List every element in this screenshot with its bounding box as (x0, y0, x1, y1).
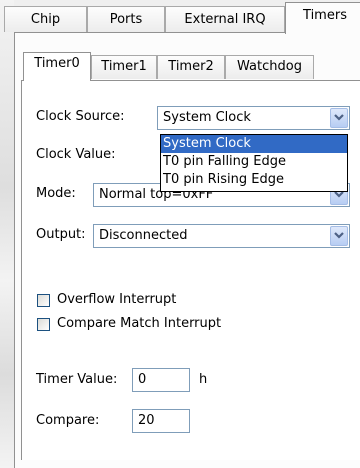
output-label: Output: (36, 227, 86, 242)
tab-ports[interactable]: Ports (87, 6, 165, 32)
tab-label: Watchdog (237, 59, 302, 74)
overflow-interrupt-label: Overflow Interrupt (57, 292, 177, 307)
timer-value-label: Timer Value: (36, 372, 118, 387)
tab-timers[interactable]: Timers (285, 2, 360, 34)
tab-external-irq[interactable]: External IRQ (165, 6, 285, 32)
tab-label: Timers (303, 8, 347, 23)
clock-source-value: System Clock (163, 110, 251, 125)
clock-source-dropdown-list: System Clock T0 pin Falling Edge T0 pin … (160, 134, 348, 192)
clock-source-select[interactable]: System Clock (157, 106, 350, 130)
tab-label: External IRQ (184, 12, 266, 27)
compare-match-interrupt-label: Compare Match Interrupt (57, 316, 222, 331)
tab-label: Timer0 (34, 56, 80, 71)
tab-timer1[interactable]: Timer1 (91, 55, 157, 79)
tab-label: Timer2 (168, 59, 214, 74)
clock-value-label: Clock Value: (36, 147, 116, 162)
timer-value-unit: h (199, 372, 208, 387)
dropdown-option-t0-falling[interactable]: T0 pin Falling Edge (161, 153, 347, 171)
clock-source-label: Clock Source: (36, 109, 125, 124)
compare-label: Compare: (36, 413, 100, 428)
tab-timer2[interactable]: Timer2 (157, 55, 225, 79)
tab-chip[interactable]: Chip (4, 6, 87, 32)
chevron-down-icon[interactable] (330, 226, 348, 246)
output-select[interactable]: Disconnected (93, 224, 350, 248)
output-value: Disconnected (99, 228, 188, 243)
compare-match-interrupt-checkbox[interactable] (37, 318, 50, 331)
compare-input[interactable]: 20 (132, 409, 190, 433)
tab-timer0[interactable]: Timer0 (23, 52, 91, 81)
tab-label: Chip (30, 12, 61, 27)
tab-watchdog[interactable]: Watchdog (225, 55, 314, 79)
tab-label: Timer1 (101, 59, 147, 74)
mode-label: Mode: (36, 186, 76, 201)
overflow-interrupt-checkbox[interactable] (37, 294, 50, 307)
dropdown-option-system-clock[interactable]: System Clock (161, 135, 347, 153)
chevron-down-icon[interactable] (330, 108, 348, 128)
background-window-edge (0, 0, 14, 468)
dropdown-option-t0-rising[interactable]: T0 pin Rising Edge (161, 171, 347, 189)
timer-value-input[interactable]: 0 (132, 368, 190, 392)
tab-label: Ports (109, 12, 143, 27)
